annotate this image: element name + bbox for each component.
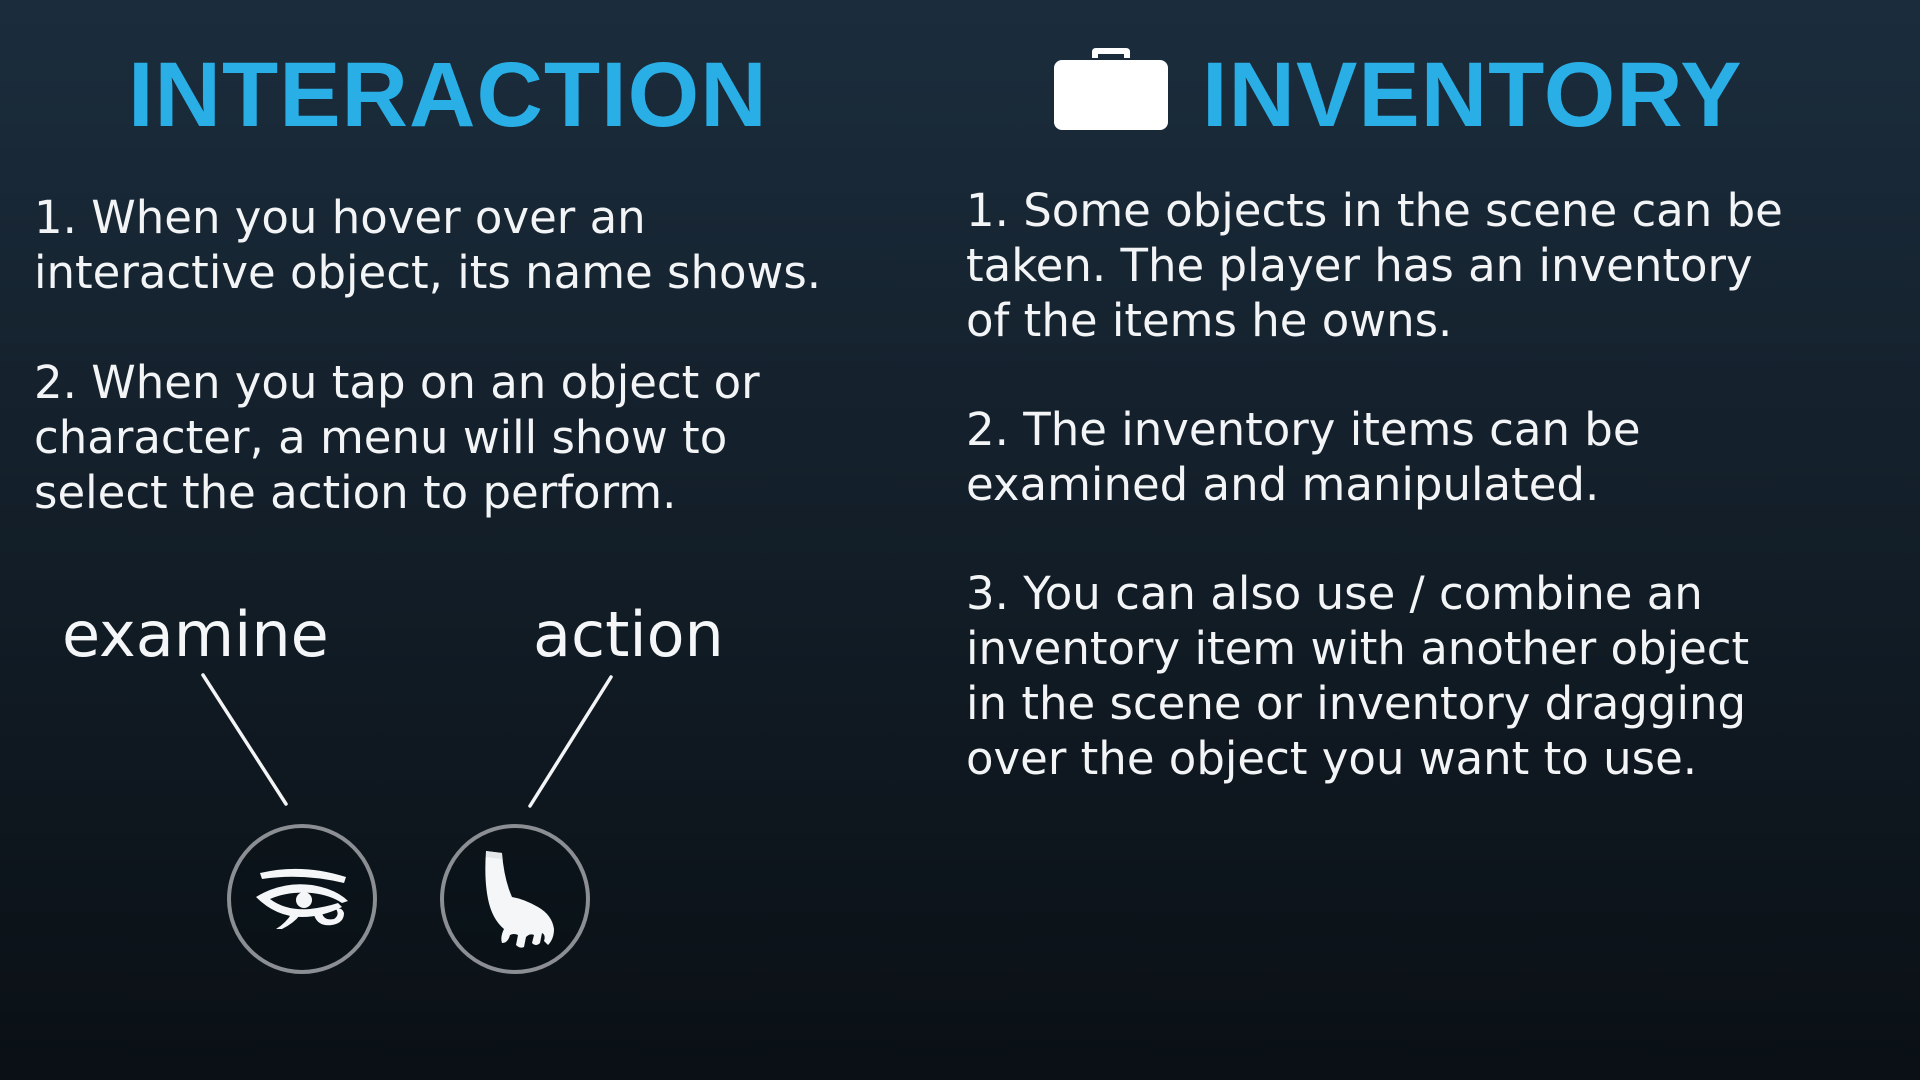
action-label: action	[533, 598, 724, 671]
examine-button[interactable]	[227, 824, 377, 974]
inventory-step-3: 3. You can also use / combine an invento…	[966, 567, 1750, 785]
interaction-step-2: 2. When you tap on an object or characte…	[34, 356, 760, 519]
briefcase-icon	[1054, 48, 1168, 130]
examine-callout-line	[201, 673, 288, 806]
action-button[interactable]	[440, 824, 590, 974]
inventory-heading: INVENTORY	[1202, 44, 1743, 146]
inventory-step-1: 1. Some objects in the scene can be take…	[966, 184, 1783, 347]
interaction-step-1: 1. When you hover over an interactive ob…	[34, 191, 822, 299]
grabbing-hand-icon	[485, 851, 554, 948]
eye-of-horus-icon	[256, 868, 348, 929]
interaction-heading: INTERACTION	[128, 44, 768, 146]
action-callout-line	[528, 675, 613, 808]
examine-label: examine	[62, 598, 329, 671]
inventory-step-2: 2. The inventory items can be examined a…	[966, 403, 1641, 511]
